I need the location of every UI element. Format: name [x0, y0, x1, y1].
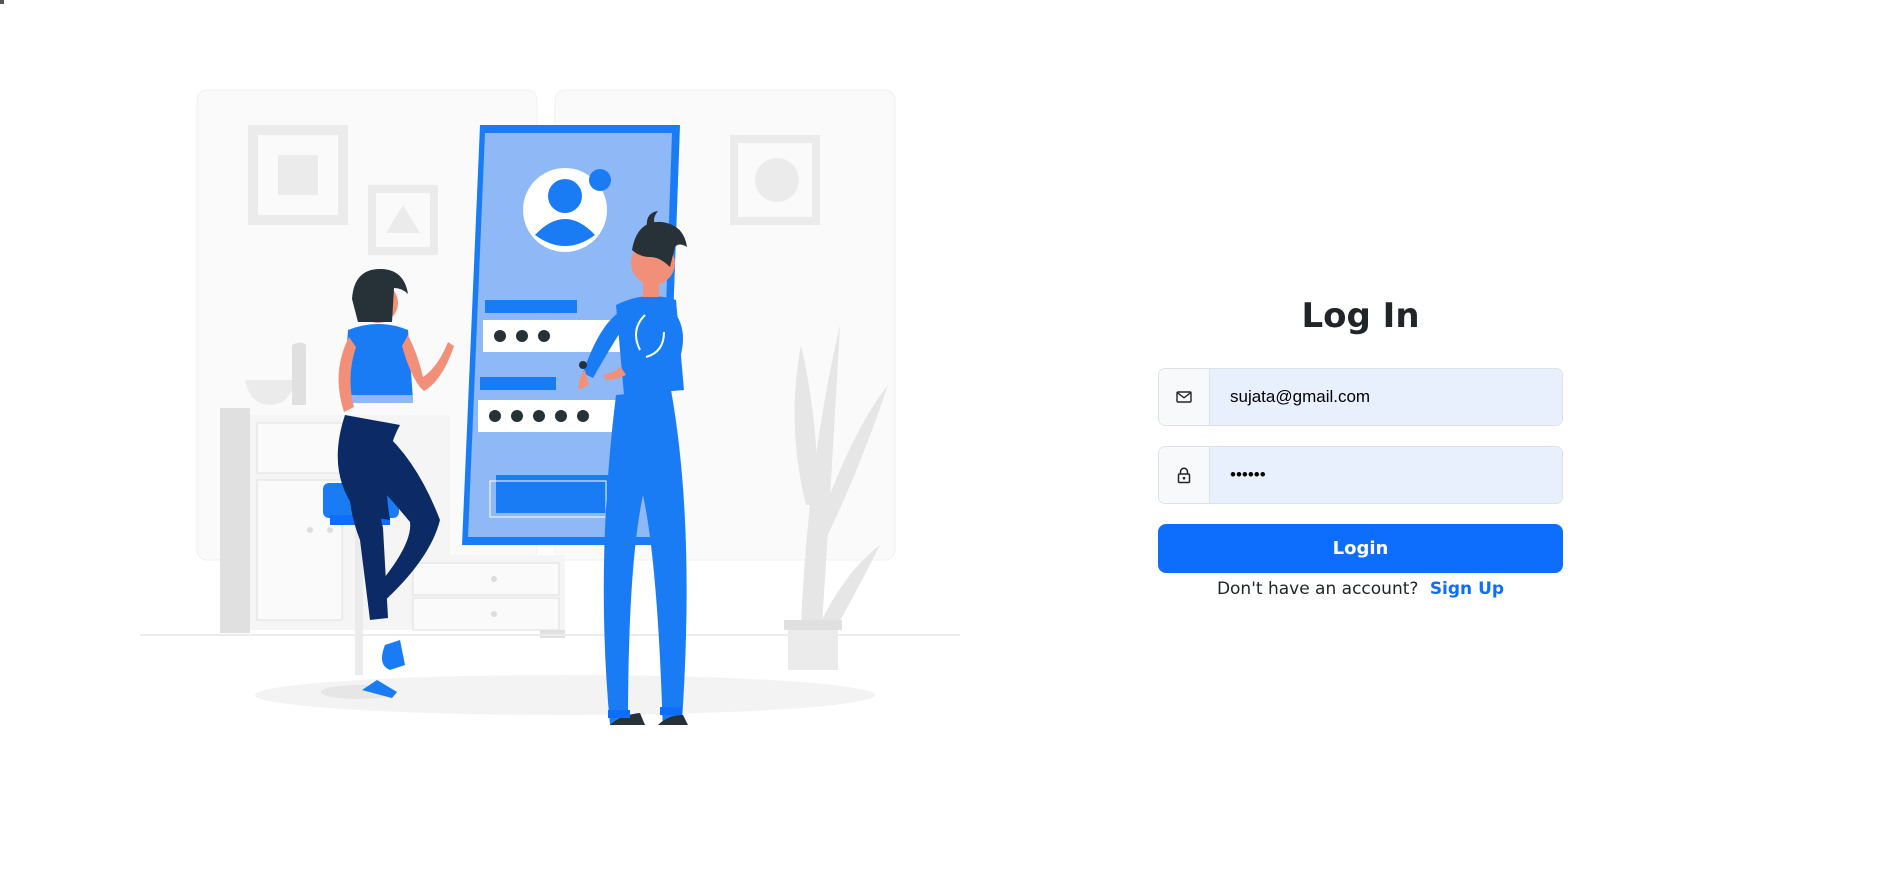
envelope-icon [1159, 369, 1210, 425]
password-input-group: •••••• [1158, 446, 1563, 504]
window-corner [0, 0, 4, 4]
signup-prompt: Don't have an account? [1216, 579, 1419, 599]
email-input-group: sujata@gmail.com [1158, 368, 1563, 426]
login-form: Log In sujata@gmail.com •••••• Login Don… [1158, 288, 1563, 599]
login-illustration [140, 85, 960, 725]
email-field[interactable]: sujata@gmail.com [1210, 369, 1562, 425]
login-button[interactable]: Login [1158, 524, 1563, 573]
page-title: Log In [1301, 296, 1420, 336]
signup-row: Don't have an account? Sign Up [1158, 579, 1563, 599]
login-page: Log In sujata@gmail.com •••••• Login Don… [0, 0, 1902, 882]
signup-link[interactable]: Sign Up [1430, 579, 1504, 599]
password-field[interactable]: •••••• [1210, 447, 1562, 503]
lock-icon [1159, 447, 1210, 503]
